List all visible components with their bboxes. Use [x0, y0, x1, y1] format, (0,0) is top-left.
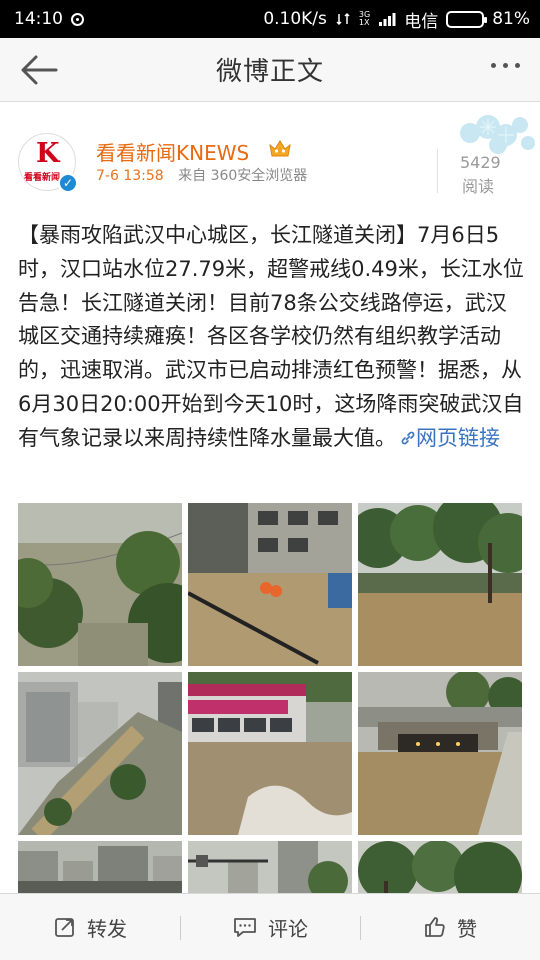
post-source: 来自 360安全浏览器	[178, 168, 308, 184]
avatar-logo: K	[36, 138, 60, 169]
post-image-9[interactable]	[358, 841, 522, 893]
repost-icon	[55, 918, 74, 937]
post-image-5[interactable]	[188, 672, 352, 835]
comment-icon	[234, 918, 256, 937]
photo-city-buildings	[18, 841, 182, 893]
photo-flooded-park	[358, 503, 522, 666]
title-bar: 微博正文	[0, 38, 540, 102]
notification-icon	[71, 12, 84, 26]
battery-percent: 81%	[492, 9, 530, 29]
link-icon[interactable]	[400, 430, 416, 446]
avatar-text: 看看新闻	[24, 173, 61, 183]
action-bar: 转发 评论 赞	[0, 893, 540, 960]
web-link[interactable]: 网页链接	[416, 426, 500, 450]
post-text: 【暴雨攻陷武汉中心城区，长江隧道关闭】7月6日5时，汉口站水位27.79米，超警…	[18, 219, 524, 456]
back-arrow-icon[interactable]	[16, 52, 60, 88]
comment-button[interactable]: 评论	[180, 894, 360, 960]
signal-icon	[379, 13, 396, 26]
post-image-4[interactable]	[18, 672, 182, 835]
photo-street-lamp	[188, 841, 352, 893]
like-label: 赞	[457, 916, 477, 941]
carrier-name: 电信	[404, 11, 439, 32]
net-speed: 0.10K/s	[263, 9, 327, 29]
post-header: K 看看新闻 ✓ 看看新闻KNEWS 7-6 13:58 来自 360安全浏览器	[0, 103, 540, 198]
thumbs-up-icon	[425, 917, 445, 937]
vip-crown-icon	[269, 140, 291, 157]
post-image-2[interactable]	[188, 503, 352, 666]
read-divider	[437, 149, 438, 193]
more-options-icon[interactable]	[491, 63, 520, 68]
post-image-1[interactable]	[18, 503, 182, 666]
post-body: 【暴雨攻陷武汉中心城区，长江隧道关闭】7月6日5时，汉口站水位27.79米，超警…	[18, 223, 524, 450]
read-label: 阅读	[462, 177, 495, 196]
post-image-6[interactable]	[358, 672, 522, 835]
comment-label: 评论	[268, 916, 308, 941]
page-title: 微博正文	[215, 57, 324, 87]
repost-button[interactable]: 转发	[0, 894, 180, 960]
wifi-arrows-icon	[336, 12, 350, 26]
username[interactable]: 看看新闻KNEWS	[96, 137, 249, 166]
post-meta: 7-6 13:58 来自 360安全浏览器	[96, 165, 307, 185]
read-count-box: 5429 阅读	[437, 115, 540, 196]
status-time: 14:10	[14, 9, 63, 29]
photo-bus-in-flood	[188, 672, 352, 835]
photo-trees	[358, 841, 522, 893]
post-content: K 看看新闻 ✓ 看看新闻KNEWS 7-6 13:58 来自 360安全浏览器	[0, 103, 540, 893]
photo-flooded-tunnel	[358, 672, 522, 835]
post-image-8[interactable]	[188, 841, 352, 893]
like-button[interactable]: 赞	[360, 894, 540, 960]
read-count: 5429	[460, 153, 501, 172]
post-image-3[interactable]	[358, 503, 522, 666]
status-indicators: 0.10K/s 3G 1X 电信 81%	[263, 7, 530, 32]
post-date: 7-6 13:58	[96, 168, 164, 184]
battery-icon	[446, 10, 488, 28]
repost-label: 转发	[87, 916, 127, 941]
network-type: 3G 1X	[358, 10, 371, 27]
photo-flooded-riverside	[18, 503, 182, 666]
avatar[interactable]: K 看看新闻 ✓	[18, 133, 78, 193]
photo-aerial-flooded-road	[18, 672, 182, 835]
verified-badge-icon: ✓	[58, 173, 78, 193]
photo-street-rescue	[188, 503, 352, 666]
status-bar: 14:10 0.10K/s 3G 1X 电信 81%	[0, 0, 540, 38]
post-image-7[interactable]	[18, 841, 182, 893]
